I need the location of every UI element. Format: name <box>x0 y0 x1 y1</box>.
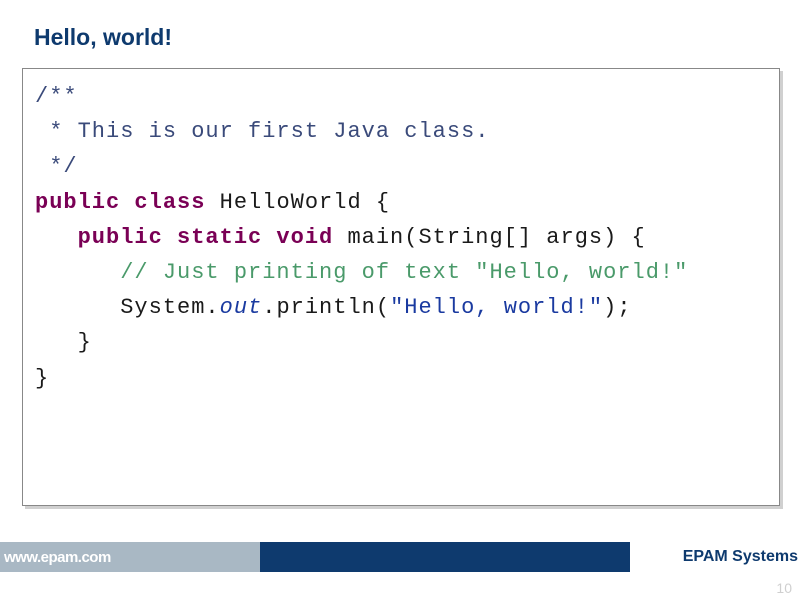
footer-divider <box>260 542 630 572</box>
code-text: ); <box>603 295 631 320</box>
code-line: } <box>35 361 767 396</box>
code-text: System. <box>35 295 220 320</box>
code-line: */ <box>35 149 767 184</box>
code-text: main(String[] args) { <box>347 225 645 250</box>
code-line: System.out.println("Hello, world!"); <box>35 290 767 325</box>
slide-title: Hello, world! <box>34 24 172 51</box>
code-line: } <box>35 325 767 360</box>
code-line: /** <box>35 79 767 114</box>
code-line: // Just printing of text "Hello, world!" <box>35 255 767 290</box>
code-line: * This is our first Java class. <box>35 114 767 149</box>
footer-bar: www.epam.com EPAM Systems <box>0 542 800 572</box>
code-string: "Hello, world!" <box>390 295 603 320</box>
footer-url: www.epam.com <box>0 542 260 572</box>
code-text: HelloWorld { <box>220 190 390 215</box>
code-line: public static void main(String[] args) { <box>35 220 767 255</box>
code-block: /** * This is our first Java class. */ p… <box>22 68 780 506</box>
page-number: 10 <box>776 580 792 596</box>
footer-brand: EPAM Systems <box>630 542 800 572</box>
code-keyword: public class <box>35 190 220 215</box>
code-line: public class HelloWorld { <box>35 185 767 220</box>
code-text: .println( <box>262 295 390 320</box>
code-keyword: public static void <box>35 225 347 250</box>
code-field: out <box>220 295 263 320</box>
